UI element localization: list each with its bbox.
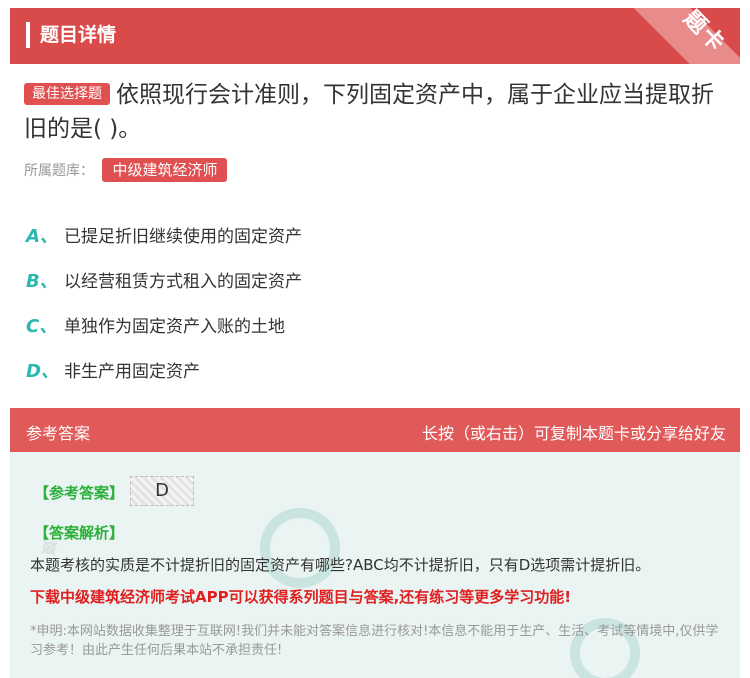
answer-section: ⌖ 参考答案 长按（或右击）可复制本题卡或分享给好友 【参考答案】 D 【答案解… xyxy=(10,408,740,678)
option-letter: B、 xyxy=(26,270,58,292)
option-letter: A、 xyxy=(26,225,58,247)
answer-header-title: 参考答案 xyxy=(26,424,91,443)
option-d[interactable]: D、 非生产用固定资产 xyxy=(26,347,302,392)
header-bar: 题目详情 题卡 xyxy=(10,8,740,64)
option-c[interactable]: C、 单独作为固定资产入账的土地 xyxy=(26,302,302,347)
disclaimer-text: *申明:本网站数据收集整理于互联网!我们并未能对答案信息进行核对!本信息不能用于… xyxy=(30,624,719,658)
option-a[interactable]: A、 已提足折旧继续使用的固定资产 xyxy=(26,212,302,257)
download-app-link[interactable]: 下载中级建筑经济师考试APP可以获得系列题目与答案,还有练习等更多学习功能! xyxy=(30,586,730,608)
category-label: 所属题库： xyxy=(24,163,94,179)
question-stem: 最佳选择题 依照现行会计准则，下列固定资产中，属于企业应当提取折旧的是( )。 xyxy=(24,78,724,146)
options-list: A、 已提足折旧继续使用的固定资产 B、 以经营租赁方式租入的固定资产 C、 单… xyxy=(26,212,302,392)
question-text: 依照现行会计准则，下列固定资产中，属于企业应当提取折旧的是( )。 xyxy=(24,82,714,142)
option-text: 已提足折旧继续使用的固定资产 xyxy=(64,227,302,247)
page-title: 题目详情 xyxy=(40,24,117,46)
watermark-ring xyxy=(260,508,340,588)
category-badge[interactable]: 中级建筑经济师 xyxy=(102,158,228,182)
option-letter: C、 xyxy=(26,315,58,337)
answer-label: 【参考答案】 xyxy=(34,484,125,502)
option-b[interactable]: B、 以经营租赁方式租入的固定资产 xyxy=(26,257,302,302)
share-hint: 长按（或右击）可复制本题卡或分享给好友 xyxy=(421,424,726,443)
option-letter: D、 xyxy=(26,360,59,382)
header-accent-bar xyxy=(26,22,30,48)
option-text: 单独作为固定资产入账的土地 xyxy=(64,317,285,337)
category-row: 所属题库： 中级建筑经济师 xyxy=(24,158,228,182)
answer-header: 参考答案 长按（或右击）可复制本题卡或分享给好友 xyxy=(10,408,740,452)
analysis-label: 【答案解析】 xyxy=(34,524,125,542)
question-type-badge: 最佳选择题 xyxy=(24,83,110,105)
analysis-text: 本题考核的实质是不计提折旧的固定资产有哪些?ABC均不计提折旧，只有D选项需计提… xyxy=(30,556,651,574)
option-text: 以经营租赁方式租入的固定资产 xyxy=(64,272,302,292)
answer-value: D xyxy=(130,476,194,506)
option-text: 非生产用固定资产 xyxy=(64,362,200,382)
